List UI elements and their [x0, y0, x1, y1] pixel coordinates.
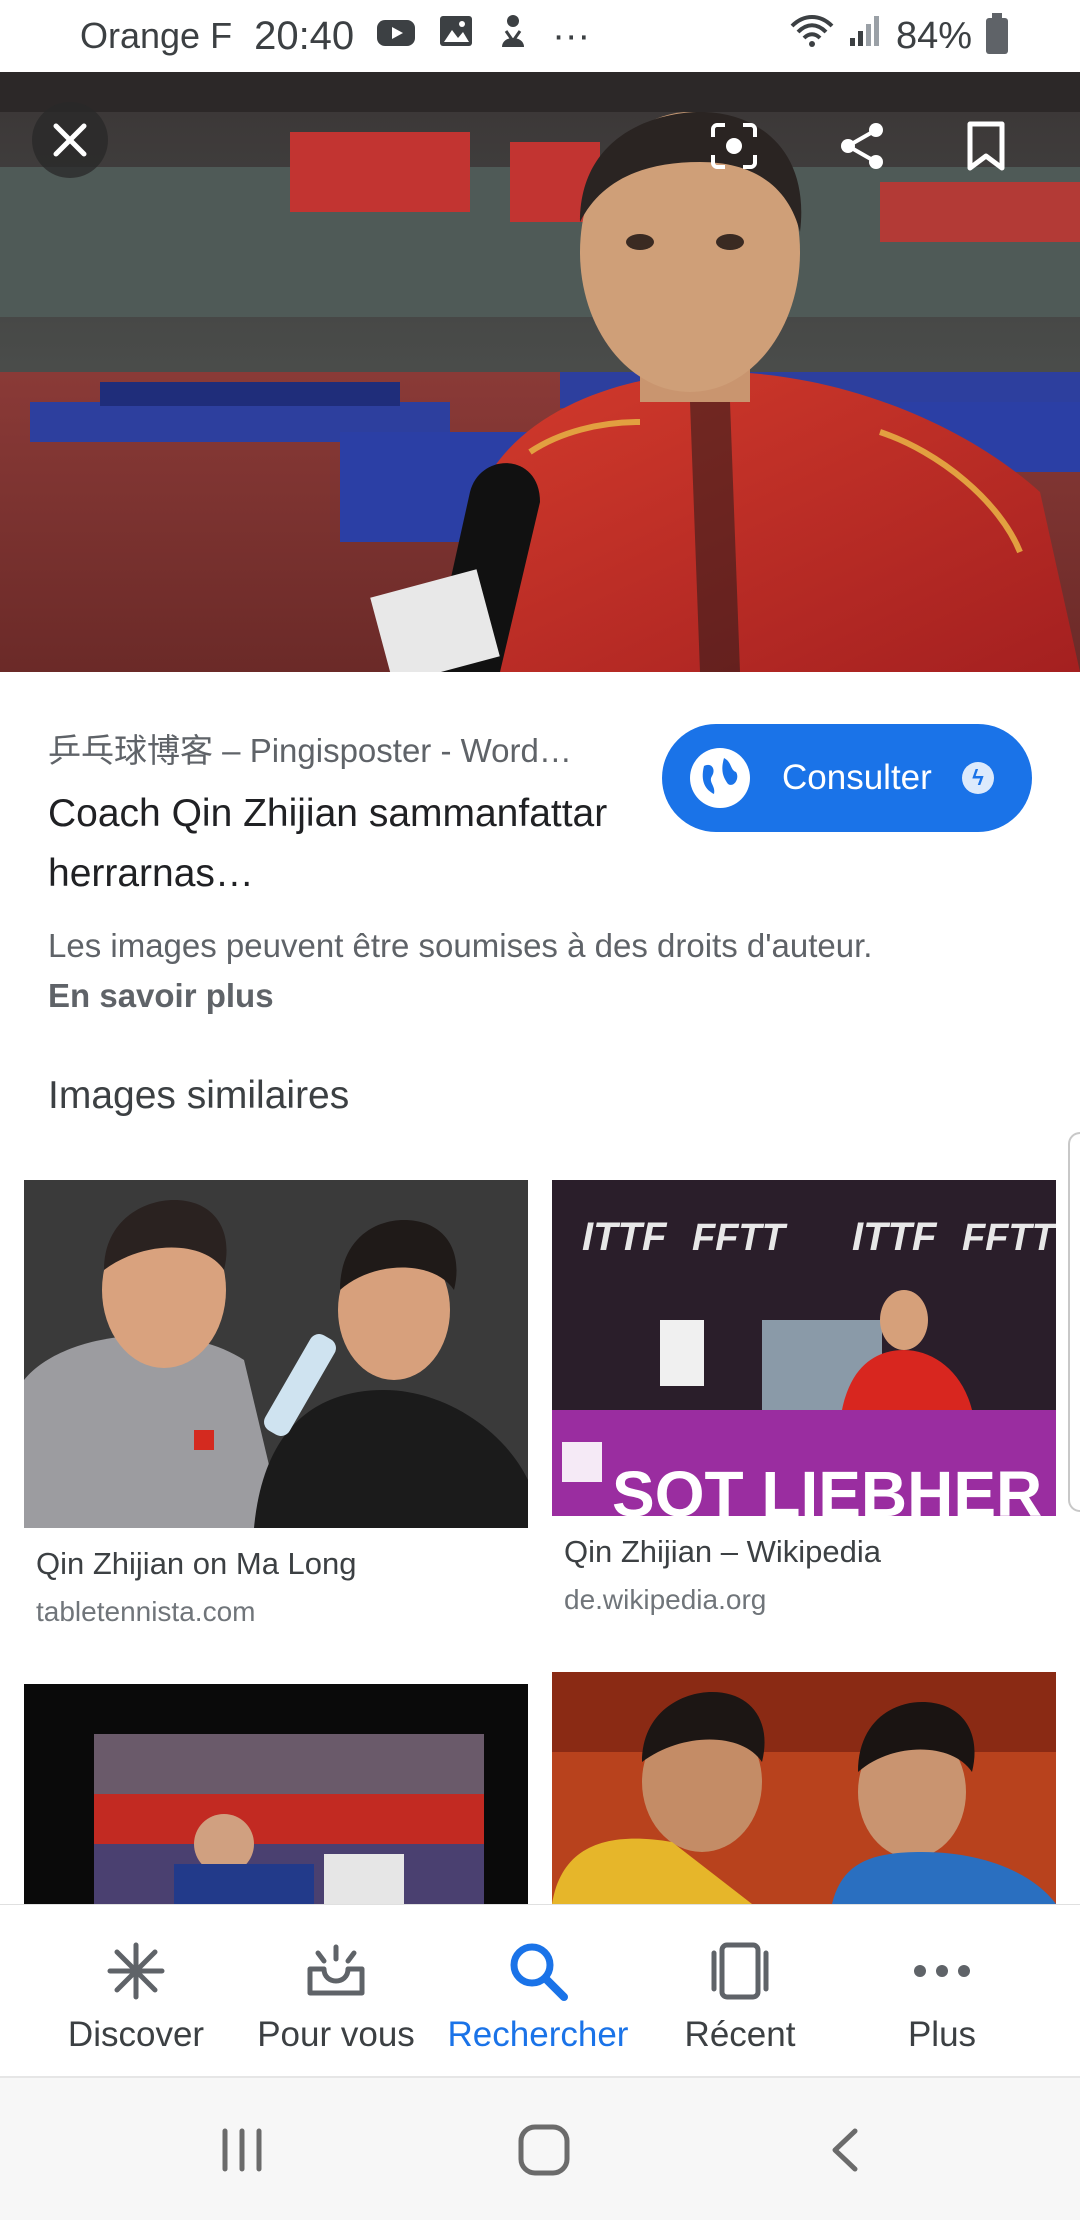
lens-button[interactable]	[696, 108, 772, 184]
home-icon	[518, 2124, 570, 2176]
source-site[interactable]: 乒乓球博客 – Pingisposter - Word…	[48, 724, 628, 772]
notification-app-icon	[496, 13, 530, 59]
system-navigation-bar	[0, 2076, 1080, 2220]
similar-photo-1	[24, 1180, 528, 1528]
similar-images-heading: Images similaires	[48, 1074, 350, 1117]
more-notifications-icon: ···	[552, 14, 591, 57]
lens-icon	[711, 123, 757, 169]
svg-text:SOT LIEBHER: SOT LIEBHER	[612, 1458, 1042, 1516]
similar-image-4[interactable]	[552, 1672, 1056, 1904]
bookmark-icon	[967, 121, 1005, 171]
copyright-notice: Les images peuvent être soumises à des d…	[48, 927, 873, 964]
clock: 20:40	[254, 13, 355, 58]
similar-photo-2: ITTF FFTT ITTF FFTT SOT LIEBHER	[552, 1180, 1056, 1516]
close-icon	[53, 123, 87, 157]
bottom-navigation: Discover Pour vous Rechercher Récent Plu…	[0, 1904, 1080, 2076]
battery-percent: 84%	[895, 14, 972, 57]
svg-text:FFTT: FFTT	[692, 1217, 788, 1259]
nav-search[interactable]: Rechercher	[438, 1905, 638, 2077]
share-button[interactable]	[824, 108, 900, 184]
similar-photo-4	[552, 1672, 1056, 1904]
result-details: 乒乓球博客 – Pingisposter - Word… Coach Qin Z…	[0, 672, 1080, 1062]
nav-more[interactable]: Plus	[842, 1905, 1042, 2077]
learn-more-link[interactable]: En savoir plus	[48, 972, 274, 1020]
more-dots-icon	[914, 1965, 970, 1977]
close-button[interactable]	[32, 102, 108, 178]
nav-discover[interactable]: Discover	[36, 1905, 236, 2077]
svg-text:ITTF: ITTF	[582, 1215, 668, 1259]
similar-image-1[interactable]	[24, 1180, 528, 1528]
inbox-icon	[307, 1944, 365, 1996]
amp-bolt-icon: ϟ	[962, 762, 994, 794]
back-icon	[832, 2128, 858, 2172]
status-bar: Orange F 20:40 ··· 84%	[0, 0, 1080, 72]
recent-apps-icon	[222, 2128, 262, 2172]
share-icon	[841, 123, 883, 169]
interview-photo	[0, 72, 1080, 672]
similar-image-3[interactable]	[24, 1684, 528, 1904]
similar-title-2[interactable]: Qin Zhijian – Wikipedia	[564, 1534, 881, 1570]
wifi-icon	[790, 14, 834, 58]
battery-icon	[986, 13, 1008, 54]
gallery-icon	[438, 14, 474, 58]
nav-more-label: Plus	[907, 2015, 977, 2054]
selected-image[interactable]	[0, 72, 1080, 672]
recent-cards-icon	[711, 1942, 769, 2000]
similar-photo-3	[24, 1684, 528, 1904]
similar-title-1[interactable]: Qin Zhijian on Ma Long	[36, 1546, 357, 1582]
similar-domain-2: de.wikipedia.org	[564, 1584, 767, 1615]
nav-for-you[interactable]: Pour vous	[236, 1905, 436, 2077]
edge-panel-handle[interactable]	[1068, 1132, 1080, 1512]
similar-domain-1: tabletennista.com	[36, 1596, 256, 1627]
svg-text:ITTF: ITTF	[852, 1215, 938, 1259]
save-button[interactable]	[948, 108, 1024, 184]
search-icon	[510, 1943, 568, 2001]
recent-apps-button[interactable]	[172, 2078, 312, 2220]
nav-recent[interactable]: Récent	[640, 1905, 840, 2077]
result-title[interactable]: Coach Qin Zhijian sammanfattar herrarnas…	[48, 784, 608, 904]
carrier-label: Orange F	[80, 15, 233, 56]
visit-button[interactable]: Consulter ϟ	[662, 724, 1032, 832]
back-button[interactable]	[776, 2078, 916, 2220]
asterisk-icon	[107, 1942, 165, 2000]
globe-icon	[690, 748, 750, 808]
similar-image-2[interactable]: ITTF FFTT ITTF FFTT SOT LIEBHER	[552, 1180, 1056, 1516]
visit-button-label: Consulter	[782, 758, 932, 797]
youtube-icon	[376, 15, 416, 58]
home-button[interactable]	[474, 2078, 614, 2220]
signal-icon	[848, 14, 882, 58]
svg-text:FFTT: FFTT	[962, 1217, 1056, 1259]
